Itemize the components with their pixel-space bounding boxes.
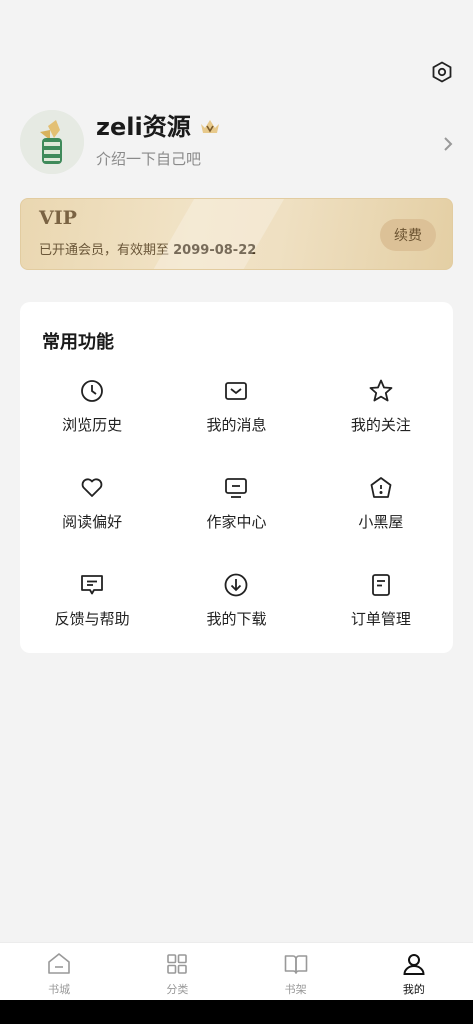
function-feedback-help[interactable]: 反馈与帮助 — [20, 564, 164, 661]
functions-grid: 浏览历史 我的消息 我的关注 阅读偏好 作家中心 小黑屋 反馈与帮助 我的下载 … — [20, 370, 453, 661]
function-label: 浏览历史 — [62, 416, 123, 434]
vip-expiry-date: 2099-08-22 — [173, 243, 257, 258]
avatar[interactable] — [20, 110, 84, 174]
message-icon — [223, 378, 249, 404]
house-icon — [368, 475, 394, 501]
tab-label: 书城 — [48, 983, 71, 996]
function-label: 阅读偏好 — [62, 513, 123, 531]
profile-header[interactable]: zeli资源 介绍一下自己吧 — [20, 110, 460, 176]
function-label: 我的消息 — [206, 416, 267, 434]
tab-mine[interactable]: 我的 — [355, 943, 473, 1000]
clock-icon — [79, 378, 105, 404]
section-title: 常用功能 — [42, 332, 114, 353]
system-navigation-bar — [0, 1000, 473, 1024]
settings-button[interactable] — [428, 58, 456, 86]
tab-bookstore[interactable]: 书城 — [0, 943, 118, 1000]
function-label: 我的关注 — [350, 416, 411, 434]
vip-card[interactable]: VIP 已开通会员，有效期至 2099-08-22 续费 — [20, 198, 453, 270]
bio-text: 介绍一下自己吧 — [96, 150, 202, 168]
star-icon — [368, 378, 394, 404]
function-label: 反馈与帮助 — [54, 610, 130, 628]
tab-bookshelf[interactable]: 书架 — [237, 943, 355, 1000]
vip-title: VIP — [39, 207, 77, 229]
function-label: 小黑屋 — [358, 513, 404, 531]
monitor-icon — [223, 475, 249, 501]
function-label: 我的下载 — [206, 610, 267, 628]
chevron-right-icon — [444, 137, 453, 151]
heart-icon — [79, 475, 105, 501]
function-my-messages[interactable]: 我的消息 — [164, 370, 308, 467]
function-browse-history[interactable]: 浏览历史 — [20, 370, 164, 467]
settings-hexagon-icon — [432, 61, 452, 83]
function-label: 作家中心 — [206, 513, 267, 531]
function-reading-preference[interactable]: 阅读偏好 — [20, 467, 164, 564]
function-label: 订单管理 — [350, 610, 411, 628]
vip-crown-icon — [199, 116, 221, 138]
feedback-icon — [79, 572, 105, 598]
vip-status-prefix: 已开通会员，有效期至 — [39, 243, 174, 258]
document-icon — [368, 572, 394, 598]
tab-label: 分类 — [166, 983, 189, 996]
function-author-center[interactable]: 作家中心 — [164, 467, 308, 564]
function-my-downloads[interactable]: 我的下载 — [164, 564, 308, 661]
common-functions-card: 常用功能 浏览历史 我的消息 我的关注 阅读偏好 作家中心 小黑屋 反馈与帮助 … — [20, 302, 453, 653]
tab-label: 我的 — [402, 983, 425, 996]
function-my-follows[interactable]: 我的关注 — [309, 370, 453, 467]
function-blocklist[interactable]: 小黑屋 — [309, 467, 453, 564]
book-icon — [284, 955, 307, 974]
bottom-tab-bar: 书城 分类 书架 我的 — [0, 942, 473, 1000]
download-icon — [223, 572, 249, 598]
username-text: zeli资源 — [96, 113, 191, 141]
user-icon — [403, 954, 425, 975]
home-icon — [48, 953, 70, 974]
vip-status: 已开通会员，有效期至 2099-08-22 — [39, 239, 256, 258]
username: zeli资源 — [96, 112, 221, 142]
grid-icon — [167, 954, 188, 974]
function-order-management[interactable]: 订单管理 — [309, 564, 453, 661]
tab-category[interactable]: 分类 — [118, 943, 236, 1000]
renew-button[interactable]: 续费 — [380, 219, 436, 251]
tab-label: 书架 — [284, 983, 307, 996]
